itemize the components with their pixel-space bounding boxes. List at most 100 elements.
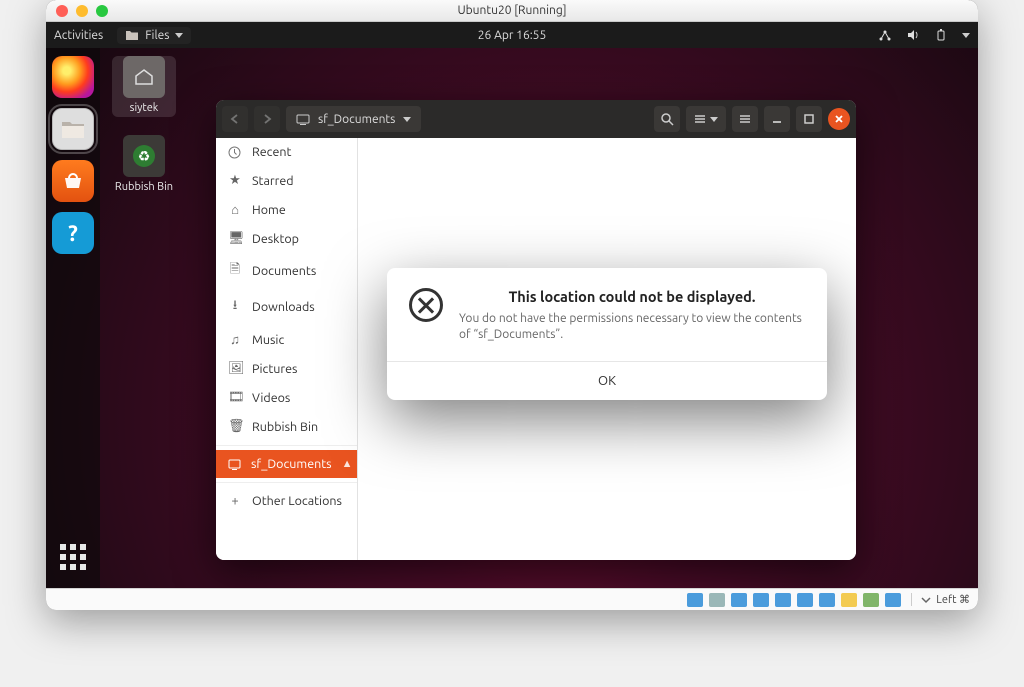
sidebar-item-label: Videos [252,391,290,405]
activities-button[interactable]: Activities [54,29,103,42]
desktop-icon-label: siytek [112,102,176,114]
vb-host-key-label: Left ⌘ [936,593,970,606]
vb-mouse-icon[interactable] [885,593,901,607]
vb-host-key-indicator[interactable]: Left ⌘ [911,593,970,606]
video-icon: 🎞 [228,390,242,405]
eject-icon[interactable]: ▲ [342,458,353,470]
sidebar-item-label: Recent [252,145,291,159]
nav-forward-button[interactable] [254,106,280,132]
vb-display-icon[interactable] [819,593,835,607]
gnome-topbar: Activities Files 26 Apr 16:55 [46,22,978,48]
sidebar-item-label: sf_Documents [251,457,332,471]
clock-icon [228,146,242,159]
window-minimize-button[interactable] [764,106,790,132]
sidebar-item-label: Starred [252,174,294,188]
sidebar-item-desktop[interactable]: 🖥 Desktop [216,224,357,253]
sidebar-item-label: Other Locations [252,494,342,508]
system-tray[interactable] [878,28,970,42]
picture-icon: 🖼 [228,361,242,376]
dialog-title: This location could not be displayed. [459,288,805,305]
home-icon: ⌂ [228,202,242,217]
dock-software[interactable] [52,160,94,202]
power-icon [934,28,948,42]
desktop-icon-home[interactable]: siytek [112,56,176,117]
desktop-icon: 🖥 [228,231,242,246]
sidebar-item-music[interactable]: ♫ Music [216,325,357,354]
chevron-down-icon [710,117,718,122]
sidebar-item-label: Rubbish Bin [252,420,318,434]
sidebar-item-label: Pictures [252,362,297,376]
vb-network-icon[interactable] [753,593,769,607]
dialog-message: You do not have the permissions necessar… [459,311,805,343]
plus-icon: + [228,494,242,508]
sidebar-item-label: Downloads [252,300,315,314]
window-close-button[interactable] [828,108,850,130]
ubuntu-desktop: Activities Files 26 Apr 16:55 [46,22,978,588]
show-applications-button[interactable] [52,536,94,578]
trash-icon: 🗑 [228,419,242,434]
network-icon [878,28,892,42]
vb-usb-icon[interactable] [775,593,791,607]
sidebar-item-label: Documents [252,264,316,278]
search-button[interactable] [654,106,680,132]
dialog-ok-button[interactable]: OK [387,361,827,400]
chevron-down-icon [920,594,932,606]
sidebar-item-videos[interactable]: 🎞 Videos [216,383,357,412]
sidebar-item-documents[interactable]: 🗎 Documents [216,253,357,289]
vb-recording-icon[interactable] [841,593,857,607]
dock-firefox[interactable] [52,56,94,98]
drive-icon [296,114,310,125]
ubuntu-dock: ? [46,48,100,588]
volume-icon [906,28,920,42]
vb-optical-icon[interactable] [709,593,725,607]
app-menu[interactable]: Files [117,27,191,44]
desktop-icons: siytek ♻ Rubbish Bin [112,56,176,193]
sidebar-item-recent[interactable]: Recent [216,138,357,166]
error-icon [409,288,443,322]
window-maximize-button[interactable] [796,106,822,132]
vb-hdd-icon[interactable] [687,593,703,607]
sidebar-item-rubbish-bin[interactable]: 🗑 Rubbish Bin [216,412,357,441]
sidebar-item-pictures[interactable]: 🖼 Pictures [216,354,357,383]
path-label: sf_Documents [318,113,395,126]
view-toggle-button[interactable] [686,106,726,132]
sidebar-item-label: Home [252,203,286,217]
sidebar-item-label: Music [252,333,284,347]
download-icon: ⭳ [228,296,242,318]
path-bar[interactable]: sf_Documents [286,106,421,132]
sidebar-item-sf_documents[interactable]: sf_Documents ▲ [216,450,357,478]
drive-icon [228,459,241,470]
app-menu-label: Files [145,29,169,42]
vb-audio-icon[interactable] [731,593,747,607]
sidebar-item-starred[interactable]: ★ Starred [216,166,357,195]
virtualbox-statusbar: Left ⌘ [46,588,978,610]
hamburger-menu-button[interactable] [732,106,758,132]
mac-window-title: Ubuntu20 [Running] [46,4,978,17]
desktop-icon-label: Rubbish Bin [112,181,176,193]
chevron-down-icon [962,33,970,38]
sidebar-item-downloads[interactable]: ⭳ Downloads [216,289,357,325]
chevron-down-icon [175,33,183,38]
docs-icon: 🗎 [228,260,242,282]
trash-icon: ♻ [123,135,165,177]
music-icon: ♫ [228,332,242,347]
star-icon: ★ [228,173,242,188]
dock-help[interactable]: ? [52,212,94,254]
sidebar-item-home[interactable]: ⌂ Home [216,195,357,224]
folder-icon [125,29,139,41]
sidebar-item-label: Desktop [252,232,299,246]
vb-shared-folders-icon[interactable] [797,593,813,607]
mac-titlebar: Ubuntu20 [Running] [46,0,978,22]
files-window: sf_Documents [216,100,856,560]
chevron-down-icon [403,117,411,122]
sidebar-item-other-locations[interactable]: + Other Locations [216,487,357,515]
files-sidebar: Recent ★ Starred ⌂ Home 🖥 Desktop 🗎 Documents ⭳ Do… [216,138,358,560]
nav-back-button[interactable] [222,106,248,132]
dock-files[interactable] [52,108,94,150]
error-dialog: This location could not be displayed. Yo… [387,268,827,400]
files-headerbar: sf_Documents [216,100,856,138]
vb-cpu-icon[interactable] [863,593,879,607]
host-vm-window: Ubuntu20 [Running] Activities Files 26 A… [46,0,978,610]
files-content-area: This location could not be displayed. Yo… [358,138,856,560]
desktop-icon-trash[interactable]: ♻ Rubbish Bin [112,135,176,193]
